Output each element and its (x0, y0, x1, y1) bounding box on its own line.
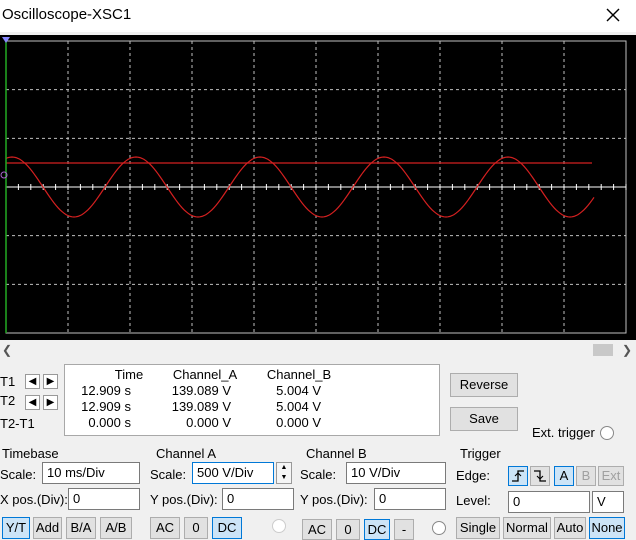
window-title: Oscilloscope-XSC1 (2, 6, 132, 23)
t2-channel-a: 139.089 V (171, 399, 231, 414)
trigger-level-field[interactable]: 0 (508, 491, 590, 513)
channel-b-ac-button[interactable]: AC (302, 519, 332, 540)
channel-b-title: Channel B (306, 446, 367, 461)
channel-a-title: Channel A (156, 446, 216, 461)
horizontal-scrollbar[interactable]: ❮ ❯ (0, 342, 636, 358)
trigger-level-label: Level: (456, 493, 491, 508)
channel-b-dc-button[interactable]: DC (364, 519, 390, 540)
trigger-source-ext-button[interactable]: Ext (598, 466, 624, 486)
channel-a-ypos-label: Y pos.(Div): (150, 492, 218, 507)
measurement-readout: Time Channel_A Channel_B 12.909 s 139.08… (64, 364, 440, 436)
trigger-level-unit[interactable]: V (592, 491, 624, 513)
header-channel-a: Channel_A (172, 367, 238, 382)
timebase-xpos-label: X pos.(Div): (0, 492, 68, 507)
cursor-t1-label: T1 (0, 374, 16, 389)
cursor-diff-label: T2-T1 (0, 416, 35, 431)
mode-ab-button[interactable]: A/B (100, 517, 132, 539)
ext-trigger-label: Ext. trigger (532, 425, 595, 440)
oscilloscope-screen[interactable] (0, 35, 636, 340)
header-time: Time (114, 367, 144, 382)
cursor-t2-label: T2 (0, 393, 16, 408)
timebase-scale-field[interactable]: 10 ms/Div (42, 462, 140, 484)
t1-channel-a: 139.089 V (171, 383, 231, 398)
channel-a-ypos-field[interactable]: 0 (222, 488, 294, 510)
ext-trigger-radio[interactable] (600, 426, 614, 440)
close-icon[interactable] (600, 2, 626, 28)
mode-ba-button[interactable]: B/A (66, 517, 96, 539)
channel-b-invert-button[interactable]: - (394, 519, 414, 540)
channel-a-scale-label: Scale: (150, 467, 187, 482)
channel-b-scale-label: Scale: (300, 467, 337, 482)
rising-edge-icon[interactable] (508, 466, 528, 486)
channel-b-scale-field[interactable]: 10 V/Div (346, 462, 446, 484)
scroll-left-icon[interactable]: ❮ (0, 342, 14, 358)
diff-time: 0.000 s (88, 415, 131, 430)
timebase-xpos-field[interactable]: 0 (68, 488, 140, 510)
channel-a-dc-button[interactable]: DC (212, 517, 242, 539)
t2-channel-b: 5.004 V (276, 399, 321, 414)
trigger-none-button[interactable]: None (589, 517, 625, 539)
channel-a-ac-button[interactable]: AC (150, 517, 180, 539)
trigger-title: Trigger (460, 446, 501, 461)
channel-b-radio[interactable] (432, 521, 446, 535)
trigger-auto-button[interactable]: Auto (554, 517, 586, 539)
channel-a-scale-field[interactable]: 500 V/Div (192, 462, 274, 484)
header-channel-b: Channel_B (266, 367, 332, 382)
diff-channel-a: 0.000 V (186, 415, 231, 430)
t1-channel-b: 5.004 V (276, 383, 321, 398)
scroll-right-icon[interactable]: ❯ (620, 342, 634, 358)
timebase-title: Timebase (2, 446, 59, 461)
cursor-t1-handle (2, 37, 10, 43)
mode-yt-button[interactable]: Y/T (2, 517, 30, 539)
t1-time: 12.909 s (81, 383, 131, 398)
arrow-right-icon[interactable]: ▶ (43, 395, 58, 410)
reverse-button[interactable]: Reverse (450, 373, 518, 397)
arrow-left-icon[interactable]: ◀ (25, 374, 40, 389)
mode-add-button[interactable]: Add (33, 517, 62, 539)
t2-time: 12.909 s (81, 399, 131, 414)
arrow-right-icon[interactable]: ▶ (43, 374, 58, 389)
trigger-edge-label: Edge: (456, 468, 490, 483)
timebase-scale-label: Scale: (0, 467, 37, 482)
trigger-source-a-button[interactable]: A (554, 466, 574, 486)
arrow-left-icon[interactable]: ◀ (25, 395, 40, 410)
trigger-single-button[interactable]: Single (456, 517, 500, 539)
falling-edge-icon[interactable] (530, 466, 550, 486)
title-bar: Oscilloscope-XSC1 (0, 0, 636, 32)
channel-b-ypos-label: Y pos.(Div): (300, 492, 368, 507)
diff-channel-b: 0.000 V (276, 415, 321, 430)
channel-b-zero-button[interactable]: 0 (336, 519, 360, 540)
channel-a-zero-button[interactable]: 0 (184, 517, 208, 539)
channel-b-ypos-field[interactable]: 0 (374, 488, 446, 510)
scrollbar-thumb[interactable] (593, 344, 613, 356)
trigger-normal-button[interactable]: Normal (503, 517, 551, 539)
channel-a-scale-spinner[interactable]: ▲ ▼ (276, 462, 292, 484)
channel-a-radio[interactable] (272, 519, 286, 533)
trigger-source-b-button[interactable]: B (576, 466, 596, 486)
save-button[interactable]: Save (450, 407, 518, 431)
